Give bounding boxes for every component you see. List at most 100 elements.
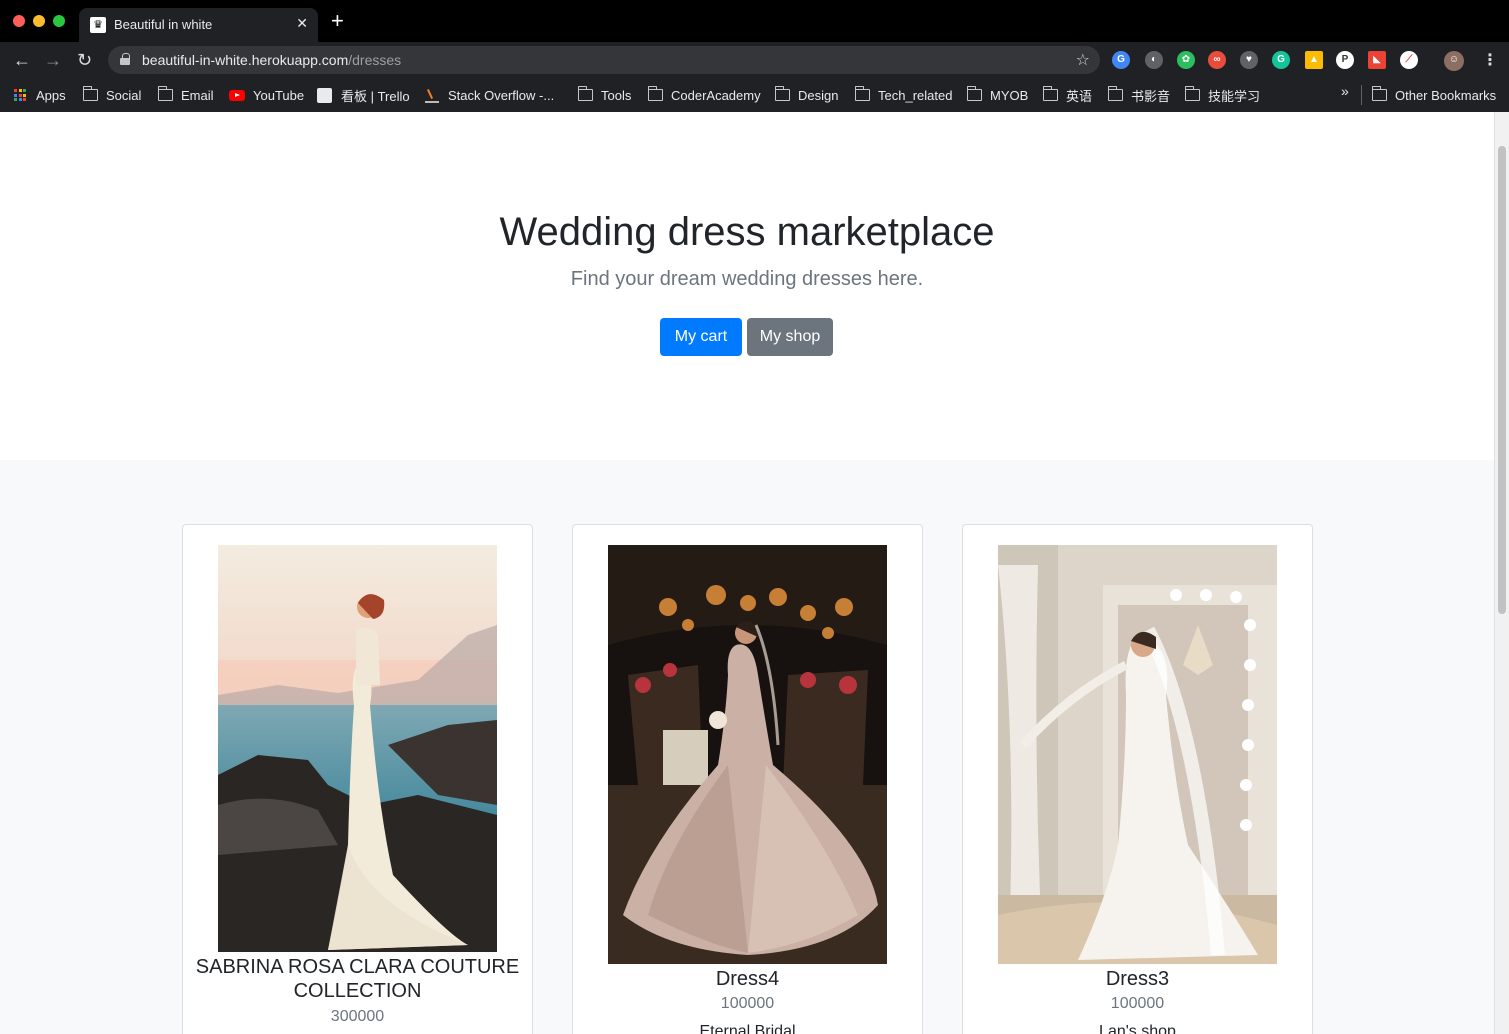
lock-icon — [120, 53, 130, 65]
profile-avatar-icon[interactable]: ☺ — [1444, 51, 1464, 71]
bookmark-myob[interactable]: MYOB — [966, 85, 1029, 105]
folder-icon — [1184, 86, 1200, 101]
google-drive-extension-icon[interactable]: ▲ — [1305, 51, 1323, 69]
dress-card[interactable]: Dress4 100000 Eternal Bridal — [572, 524, 923, 1034]
bookmark-label: Design — [798, 87, 839, 103]
maximize-window-button[interactable] — [53, 15, 65, 27]
pinterest-extension-icon[interactable]: P — [1336, 51, 1354, 69]
dress-price: 100000 — [1110, 995, 1165, 1012]
bookmark-label: Social — [106, 87, 142, 103]
shop-name: Eternal Bridal — [699, 1023, 796, 1034]
grammarly-extension-icon[interactable]: G — [1272, 51, 1290, 69]
trello-icon — [317, 87, 332, 103]
extension-icon[interactable]: ◐ — [1145, 51, 1163, 69]
bookmark-label: 书影音 — [1131, 88, 1171, 104]
bookmark-coderacademy[interactable]: CoderAcademy — [647, 85, 761, 105]
bookmark-apps[interactable]: Apps — [14, 85, 66, 105]
dress-name[interactable]: SABRINA ROSA CLARA COUTURE COLLECTION — [183, 955, 532, 1003]
bride-with-train-image — [608, 545, 887, 964]
my-cart-button[interactable]: My cart — [660, 318, 742, 356]
dress-price: 300000 — [330, 1008, 385, 1025]
folder-icon — [647, 86, 663, 101]
dress-photo[interactable] — [218, 545, 497, 952]
bookmark-label: 看板 | Trello — [341, 88, 410, 104]
bookmark-label: 技能学习 — [1208, 88, 1261, 104]
bookmark-tech-related[interactable]: Tech_related — [854, 85, 953, 105]
address-bar[interactable]: beautiful-in-white.herokuapp.com/dresses… — [108, 46, 1100, 74]
forward-arrow-icon[interactable]: → — [44, 50, 62, 70]
bookmark-label: Email — [181, 87, 214, 103]
folder-icon — [157, 86, 173, 101]
tab-close-icon[interactable]: ✕ — [296, 15, 308, 32]
dress-card[interactable]: Dress3 100000 Lan's shop — [962, 524, 1313, 1034]
dress-card[interactable]: SABRINA ROSA CLARA COUTURE COLLECTION 30… — [182, 524, 533, 1034]
folder-icon — [774, 86, 790, 101]
reload-icon[interactable]: ↻ — [77, 50, 92, 70]
browser-menu-icon[interactable]: ⋮ — [1482, 50, 1498, 70]
active-tab[interactable]: ♛ Beautiful in white ✕ — [79, 8, 318, 42]
bookmark-other-bookmarks[interactable]: Other Bookmarks — [1371, 85, 1497, 105]
folder-icon — [577, 86, 593, 101]
bookmark-label: YouTube — [253, 87, 305, 103]
bookmark-email[interactable]: Email — [157, 85, 214, 105]
google-translate-extension-icon[interactable]: G — [1112, 51, 1130, 69]
bookmarks-overflow-chevron-icon[interactable]: » — [1341, 83, 1349, 99]
folder-icon — [1107, 86, 1123, 101]
page-scrollbar[interactable] — [1494, 112, 1509, 1034]
page-title: Wedding dress marketplace — [499, 210, 995, 254]
bookmark-star-icon[interactable]: ☆ — [1076, 50, 1090, 70]
folder-icon — [1042, 86, 1058, 101]
bookmark-trello[interactable]: 看板 | Trello — [317, 85, 410, 105]
tab-title: Beautiful in white — [114, 17, 213, 32]
apps-grid-icon — [14, 89, 26, 101]
bookmark-tools[interactable]: Tools — [577, 85, 632, 105]
dress-photo[interactable] — [608, 545, 887, 964]
browser-toolbar: ← → ↻ beautiful-in-white.herokuapp.com/d… — [0, 42, 1509, 78]
bookmark-label: Tech_related — [878, 87, 953, 103]
bookmarks-bar: Apps Social Email YouTube 看板 | Trello St… — [0, 78, 1509, 112]
minimize-window-button[interactable] — [33, 15, 45, 27]
scrollbar-thumb[interactable] — [1498, 146, 1506, 614]
dress-price: 100000 — [720, 995, 775, 1012]
shop-name: Lan's shop — [1099, 1023, 1176, 1034]
url-host: beautiful-in-white.herokuapp.com — [142, 52, 349, 68]
bookmark-media[interactable]: 书影音 — [1107, 85, 1171, 105]
back-arrow-icon[interactable]: ← — [13, 50, 31, 70]
dress-photo[interactable] — [998, 545, 1277, 964]
bookmark-english[interactable]: 英语 — [1042, 85, 1093, 105]
bride-in-mirror-room-image — [998, 545, 1277, 964]
dress-name[interactable]: Dress4 — [573, 967, 922, 991]
my-shop-button[interactable]: My shop — [747, 318, 833, 356]
bookmark-label: Apps — [36, 87, 66, 103]
bookmark-label: MYOB — [990, 87, 1029, 103]
extension-icon[interactable]: ◣ — [1368, 51, 1386, 69]
folder-icon — [82, 86, 98, 101]
evernote-extension-icon[interactable]: ✿ — [1177, 51, 1195, 69]
bookmark-label: Tools — [601, 87, 632, 103]
bookmark-label: Stack Overflow -... — [448, 87, 555, 103]
pocket-extension-icon[interactable]: ♥ — [1240, 51, 1258, 69]
folder-icon — [854, 86, 870, 101]
bookmark-social[interactable]: Social — [82, 85, 142, 105]
bookmark-label: 英语 — [1066, 88, 1093, 104]
bookmark-label: Other Bookmarks — [1395, 87, 1497, 103]
extension-icon[interactable]: ⟋ — [1400, 51, 1418, 69]
folder-icon — [1371, 86, 1387, 101]
tab-bar: ♛ Beautiful in white ✕ + — [0, 0, 1509, 42]
bride-by-sea-image — [218, 545, 497, 952]
page-content: Wedding dress marketplace Find your drea… — [0, 112, 1494, 1034]
infinity-extension-icon[interactable]: ∞ — [1208, 51, 1226, 69]
bookmarks-divider — [1361, 85, 1362, 105]
bookmark-design[interactable]: Design — [774, 85, 839, 105]
bookmark-skills[interactable]: 技能学习 — [1184, 85, 1261, 105]
page-subtitle: Find your dream wedding dresses here. — [570, 268, 924, 290]
dress-name[interactable]: Dress3 — [963, 967, 1312, 991]
bookmark-stackoverflow[interactable]: Stack Overflow -... — [425, 85, 554, 105]
bookmark-label: CoderAcademy — [671, 87, 761, 103]
close-window-button[interactable] — [13, 15, 25, 27]
hero-jumbotron: Wedding dress marketplace Find your drea… — [0, 112, 1494, 460]
url-text[interactable]: beautiful-in-white.herokuapp.com/dresses — [142, 52, 401, 68]
new-tab-icon[interactable]: + — [331, 10, 344, 32]
bookmark-youtube[interactable]: YouTube — [229, 85, 304, 105]
site-favicon-icon: ♛ — [90, 17, 106, 33]
